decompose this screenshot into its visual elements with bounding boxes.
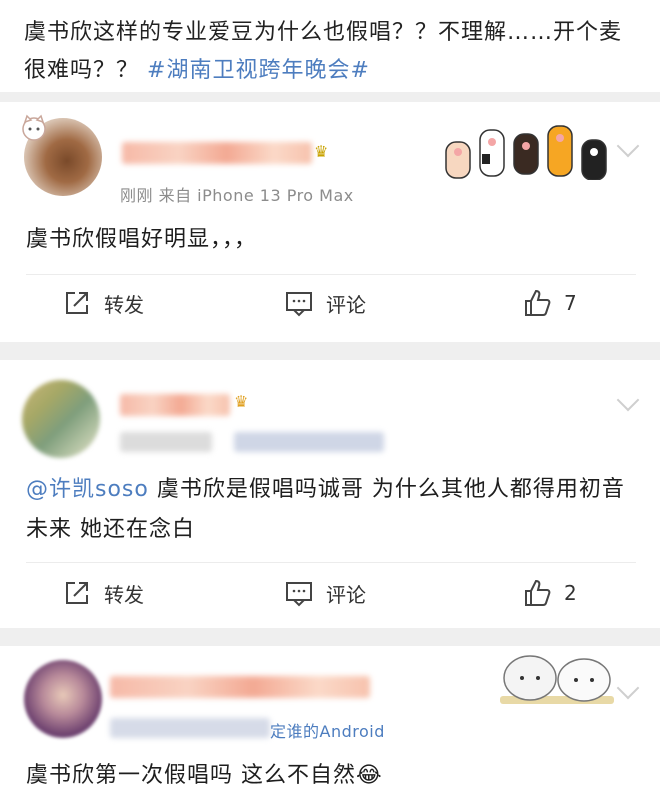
avatar[interactable]	[22, 380, 100, 458]
comment-text: 虞书欣假唱好明显，，，	[26, 227, 258, 252]
repost-icon	[66, 582, 88, 604]
headline-card: 虞书欣这样的专业爱豆为什么也假唱？？不理解……开个麦很难吗？？ #湖南卫视跨年晚…	[0, 0, 660, 92]
like-count: 2	[564, 581, 577, 605]
separator	[0, 628, 660, 646]
username-blurred[interactable]	[122, 142, 312, 164]
repost-label: 转发	[104, 582, 144, 607]
meta-blurred	[120, 432, 212, 452]
comment-card-3: 定谁的Android 虞书欣第一次假唱吗 这么不自然😂	[0, 646, 660, 799]
divider	[26, 274, 636, 275]
like-count: 7	[564, 291, 577, 315]
cat-sticker-icon	[500, 655, 614, 704]
repost-icon	[66, 292, 88, 314]
separator	[0, 92, 660, 102]
chevron-down-icon[interactable]	[616, 388, 640, 412]
repost-button[interactable]: 转发	[62, 578, 144, 608]
comment-meta: 刚刚 来自 iPhone 13 Pro Max	[120, 186, 354, 205]
separator	[0, 342, 660, 360]
meta-blurred	[110, 718, 270, 738]
paw-stickers-icon	[445, 125, 607, 180]
comment-label: 评论	[326, 292, 366, 317]
comment-meta: 定谁的Android	[270, 722, 385, 741]
like-icon	[525, 579, 551, 606]
mention-link[interactable]: @许凯soso	[26, 477, 149, 502]
comment-card-1: ♛ 刚刚 来自 iPhone 13 Pro Max 虞书欣假唱好明显，，， 转发…	[0, 102, 660, 342]
chevron-down-icon[interactable]	[616, 134, 640, 158]
member-badge-icon: ♛	[314, 142, 329, 161]
comment-icon	[286, 292, 312, 317]
chevron-down-icon[interactable]	[616, 676, 640, 700]
cat-sticker-icon	[22, 114, 46, 141]
avatar[interactable]	[24, 660, 102, 738]
repost-button[interactable]: 转发	[62, 288, 144, 318]
comment-text: @许凯soso 虞书欣是假唱吗诚哥 为什么其他人都得用初音未来 她还在念白	[26, 470, 636, 550]
repost-label: 转发	[104, 292, 144, 317]
comment-text: 虞书欣第一次假唱吗 这么不自然😂	[26, 763, 383, 788]
comment-label: 评论	[326, 582, 366, 607]
meta-blurred	[234, 432, 384, 452]
username-blurred[interactable]	[120, 394, 230, 416]
like-icon	[525, 289, 551, 316]
comment-icon	[286, 582, 312, 607]
username-blurred[interactable]	[110, 676, 370, 698]
like-button[interactable]: 2	[522, 578, 577, 608]
comment-card-2: ♛ @许凯soso 虞书欣是假唱吗诚哥 为什么其他人都得用初音未来 她还在念白 …	[0, 360, 660, 628]
topic-link[interactable]: #湖南卫视跨年晚会#	[147, 58, 370, 83]
member-badge-icon: ♛	[234, 392, 249, 411]
comment-button[interactable]: 评论	[284, 578, 366, 608]
like-button[interactable]: 7	[522, 288, 577, 318]
divider	[26, 562, 636, 563]
comment-button[interactable]: 评论	[284, 288, 366, 318]
